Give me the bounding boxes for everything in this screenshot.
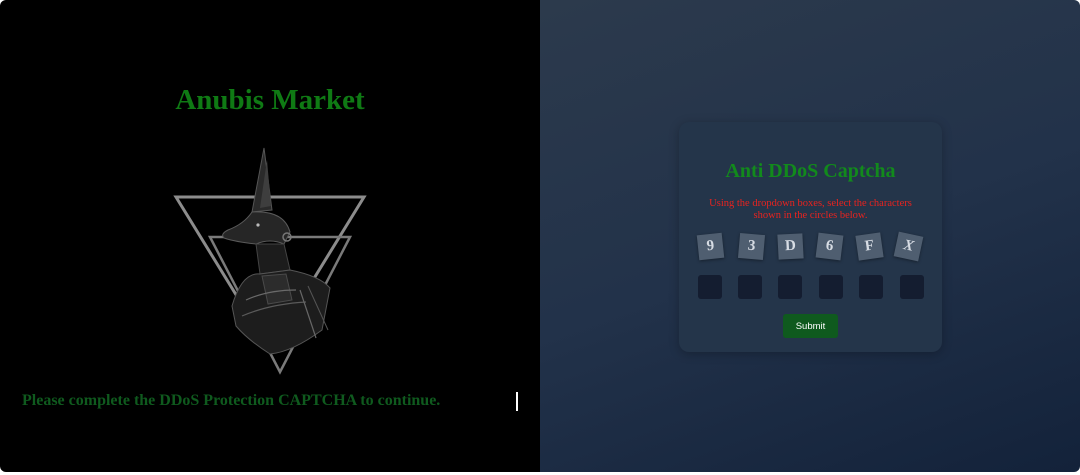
captcha-character-6: X <box>893 231 924 262</box>
character-select-2[interactable] <box>738 275 762 299</box>
captcha-instructions: Using the dropdown boxes, select the cha… <box>709 198 912 221</box>
left-panel: Anubis Market Please complete the DDoS P… <box>0 0 540 472</box>
submit-button[interactable]: Submit <box>783 314 838 338</box>
captcha-prompt-message: Please complete the DDoS Protection CAPT… <box>22 392 441 409</box>
captcha-character-4: 6 <box>815 232 844 261</box>
right-panel: Anti DDoS Captcha Using the dropdown box… <box>540 0 1080 472</box>
captcha-character-5: F <box>855 232 884 261</box>
anubis-logo <box>173 147 367 375</box>
character-select-3[interactable] <box>778 275 802 299</box>
captcha-character-3: D <box>777 233 804 260</box>
captcha-character-1: 9 <box>696 232 725 261</box>
text-caret <box>516 392 518 411</box>
character-select-6[interactable] <box>900 275 924 299</box>
character-select-4[interactable] <box>819 275 843 299</box>
page-frame: Anubis Market Please complete the DDoS P… <box>0 0 1080 472</box>
character-select-5[interactable] <box>859 275 883 299</box>
captcha-card: Anti DDoS Captcha Using the dropdown box… <box>679 122 942 352</box>
site-title: Anubis Market <box>175 84 365 116</box>
captcha-title: Anti DDoS Captcha <box>725 160 896 182</box>
captcha-character-2: 3 <box>737 232 766 261</box>
character-select-1[interactable] <box>698 275 722 299</box>
